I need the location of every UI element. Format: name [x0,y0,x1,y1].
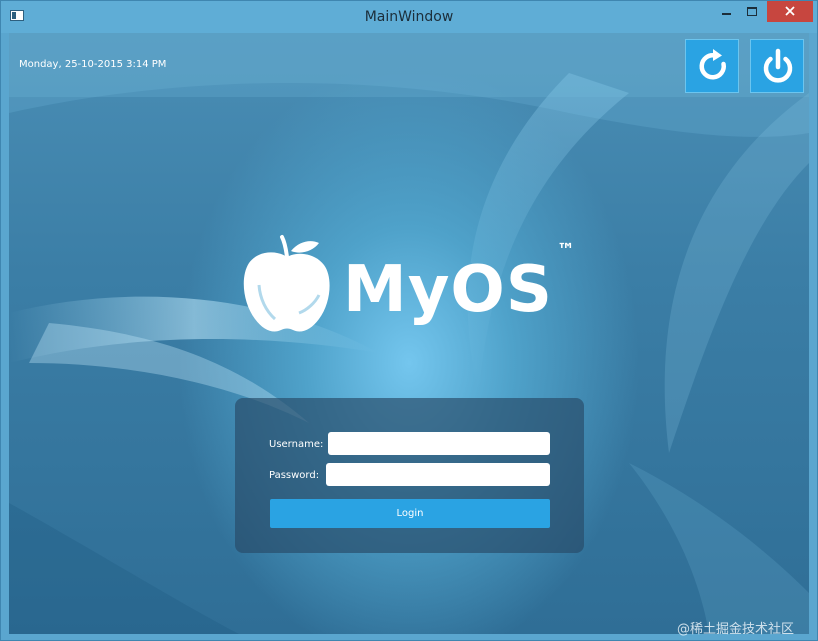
minimize-button[interactable] [713,1,740,22]
login-panel: Username: Password: Login [235,398,584,553]
close-button[interactable] [767,1,813,22]
top-bar: Monday, 25-10-2015 3:14 PM [9,33,809,97]
password-field[interactable] [326,463,550,486]
trademark-symbol: ™ [557,240,575,261]
close-icon [785,6,795,16]
datetime-label: Monday, 25-10-2015 3:14 PM [19,59,167,70]
login-screen: Monday, 25-10-2015 3:14 PM MyOS ™ Userna… [9,33,809,634]
window-title: MainWindow [364,9,454,25]
password-label: Password: [269,470,320,481]
main-window: MainWindow Monday, 25-10-2015 3:14 PM My… [0,0,818,641]
username-label: Username: [269,439,324,450]
username-field[interactable] [328,432,550,455]
restart-button[interactable] [685,39,739,93]
login-button[interactable]: Login [270,499,550,528]
apple-icon [243,235,330,332]
power-icon [763,48,793,83]
title-bar[interactable]: MainWindow [1,1,817,33]
shutdown-button[interactable] [750,39,804,93]
maximize-button[interactable] [739,1,766,22]
brand-name: MyOS [343,253,553,327]
watermark: @稀土掘金技术社区 [677,622,795,637]
restart-icon [699,49,726,80]
